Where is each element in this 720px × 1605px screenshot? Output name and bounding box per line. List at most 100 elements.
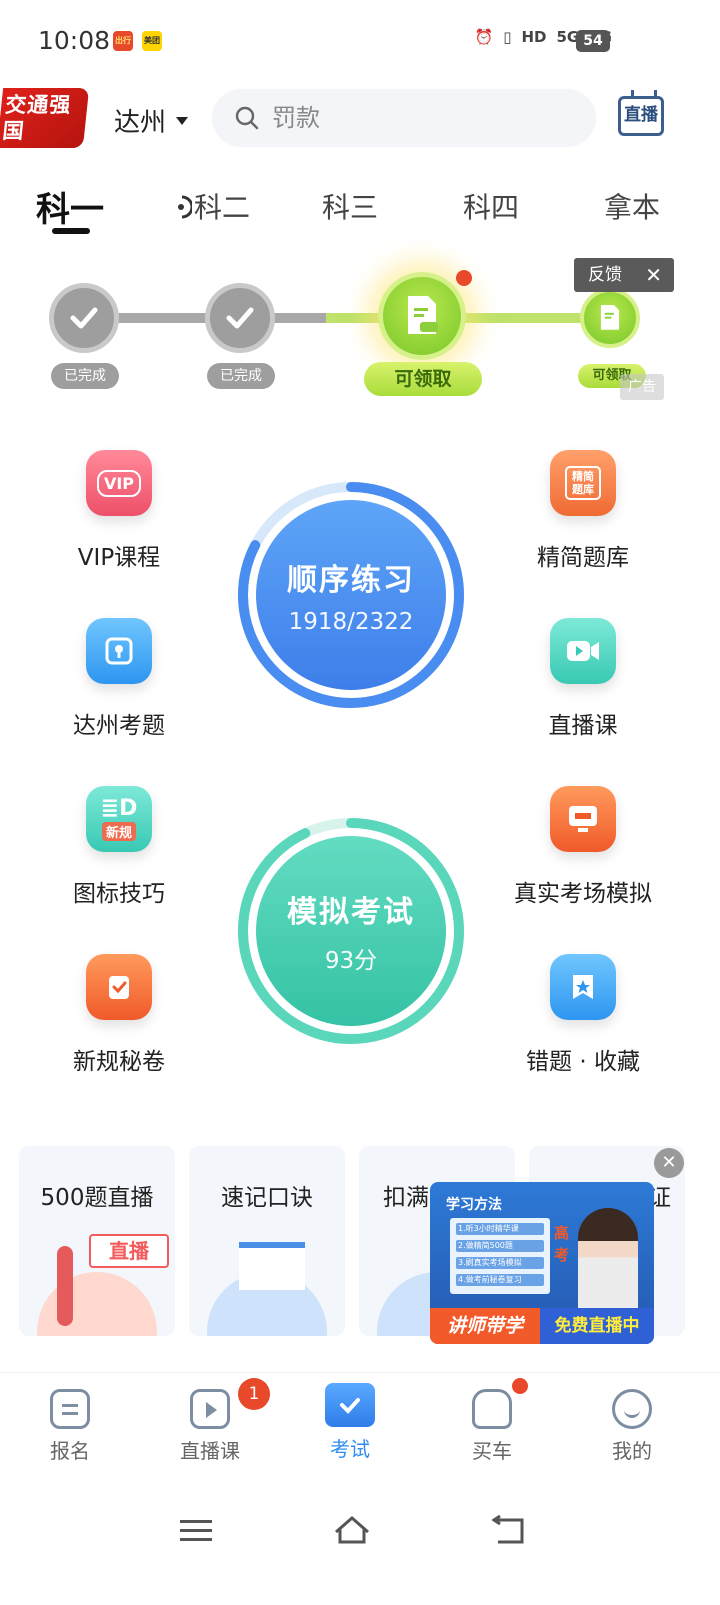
search-bar[interactable] [212, 89, 596, 147]
live-video-popup[interactable]: 学习方法 1.听3小时精华课 2.做精简500题 3.刷真实考场模拟 4.做考前… [430, 1182, 654, 1344]
step-2-done[interactable] [205, 283, 275, 353]
bookmark-star-icon [550, 954, 616, 1020]
step-1-done[interactable] [49, 283, 119, 353]
feedback-button[interactable]: 反馈 ✕ [574, 258, 674, 292]
nav-mine-label: 我的 [612, 1439, 652, 1463]
nav-exam-label: 考试 [330, 1437, 370, 1461]
brand-logo[interactable]: 交通强国 [0, 88, 90, 148]
bottom-nav: 报名 直播课 考试 买车 我的 [0, 1372, 720, 1482]
practice-progress-text: 1918/2322 [288, 609, 414, 635]
video-bottom-bar: 讲师带学 免费直播中 [430, 1308, 654, 1344]
city-label: 达州 [114, 108, 167, 138]
car-icon [472, 1389, 512, 1429]
card-title: 500题直播 [40, 1185, 154, 1211]
tab-underline [52, 228, 90, 234]
video-line-text: 4.做考前秘卷复习 [458, 1275, 522, 1284]
card-500-live[interactable]: 500题直播 直播 [19, 1146, 175, 1336]
live-course-label: 直播课 [548, 713, 618, 739]
dazhou-questions-label: 达州考题 [73, 713, 165, 739]
jingjian-bank[interactable]: 精简题库 精简题库 [483, 450, 683, 572]
steering-icon [178, 195, 192, 219]
tab-ke3[interactable]: 科三 [322, 186, 378, 226]
video-line: 1.听3小时精华课 [456, 1223, 544, 1235]
step-3-reward[interactable] [378, 272, 466, 360]
folder-check-icon [325, 1383, 375, 1427]
real-exam-label: 真实考场模拟 [514, 881, 652, 907]
tab-ke1[interactable]: 科一 [36, 182, 104, 231]
mock-exam-button[interactable]: 模拟考试 93分 [256, 836, 446, 1026]
new-rules-paper[interactable]: 新规秘卷 [19, 954, 219, 1076]
buy-car-dot [512, 1378, 528, 1394]
practice-title: 顺序练习 [287, 563, 415, 598]
tab-ke2[interactable]: 科二 [172, 186, 250, 226]
video-board: 1.听3小时精华课 2.做精简500题 3.刷真实考场模拟 4.做考前秘卷复习 [450, 1218, 550, 1294]
free-live-label: 免费直播中 [540, 1308, 654, 1344]
location-icon [86, 618, 152, 684]
claim-button[interactable]: 可领取 [364, 362, 482, 396]
video-line: 2.做精简500题 [456, 1240, 544, 1252]
header: 交通强国 达州 直播 [0, 84, 720, 154]
video-line-text: 3.刷真实考场模拟 [458, 1258, 522, 1267]
video-camera-icon [550, 618, 616, 684]
document-icon [50, 1389, 90, 1429]
live-tv-button[interactable]: 直播 [618, 96, 664, 136]
nav-mine[interactable]: 我的 [572, 1389, 692, 1464]
vip-course-label: VIP课程 [77, 545, 161, 571]
vip-course[interactable]: VIP VIP课程 [19, 450, 219, 572]
nav-live-label: 直播课 [180, 1439, 240, 1463]
jingjian-label: 精简题库 [537, 545, 629, 571]
illustration-blob [37, 1272, 157, 1336]
dazhou-questions[interactable]: 达州考题 [19, 618, 219, 740]
real-exam-sim[interactable]: 真实考场模拟 [483, 786, 683, 908]
home-icon[interactable] [332, 1512, 372, 1548]
live-badge: 1 [238, 1378, 270, 1410]
new-rules-label: 新规秘卷 [73, 1049, 165, 1075]
wrong-and-favorites[interactable]: 错题 · 收藏 [483, 954, 683, 1076]
app-notification-icon: 出行 [113, 31, 133, 51]
document-car-icon [600, 305, 620, 330]
tv-icon [190, 1389, 230, 1429]
exam-title: 模拟考试 [287, 895, 415, 930]
subject-tabs: 科一 科二 科三 科四 拿本 [0, 180, 720, 240]
video-line-text: 1.听3小时精华课 [458, 1224, 519, 1233]
video-title: 学习方法 [446, 1197, 502, 1213]
video-line: 4.做考前秘卷复习 [456, 1274, 544, 1286]
video-line-text: 2.做精简500题 [458, 1241, 513, 1250]
jingjian-badge-text: 精简题库 [565, 466, 601, 500]
search-input[interactable] [272, 104, 572, 132]
live-course[interactable]: 直播课 [483, 618, 683, 740]
status-time: 10:08 [38, 26, 111, 55]
back-icon[interactable] [490, 1512, 530, 1548]
vip-icon: VIP [86, 450, 152, 516]
checkmark-icon [70, 307, 98, 329]
vibrate-icon: ▯ [503, 28, 512, 46]
chevron-down-icon [176, 116, 189, 125]
nav-signup-label: 报名 [50, 1439, 90, 1463]
video-side-text: 高考 [554, 1224, 570, 1264]
study-progress: 已完成 已完成 可领取 可领取 反馈 ✕ 广告 [0, 258, 720, 408]
close-popup-icon[interactable]: ✕ [654, 1148, 684, 1178]
icon-tips-label: 图标技巧 [73, 881, 165, 907]
nav-buy-car-label: 买车 [472, 1439, 512, 1463]
tab-license[interactable]: 拿本 [604, 186, 660, 226]
nav-signup[interactable]: 报名 [10, 1389, 130, 1464]
feedback-label: 反馈 [588, 265, 622, 285]
new-rules-icon: ≣D 新规 [86, 786, 152, 852]
close-icon[interactable]: ✕ [645, 258, 662, 292]
menu-icon[interactable] [176, 1512, 216, 1548]
tab-ke4[interactable]: 科四 [463, 186, 519, 226]
headlight-icon: ≣D [100, 795, 138, 821]
nav-exam[interactable]: 考试 [290, 1383, 410, 1462]
status-bar: 10:08 出行 美团 ⏰ ▯ HD 5G 4G 54 [0, 0, 720, 80]
checkmark-icon [226, 307, 254, 329]
city-selector[interactable]: 达州 [114, 102, 189, 139]
video-line: 3.刷真实考场模拟 [456, 1257, 544, 1269]
sequential-practice-button[interactable]: 顺序练习 1918/2322 [256, 500, 446, 690]
monitor-icon [550, 786, 616, 852]
card-mnemonic[interactable]: 速记口诀 [189, 1146, 345, 1336]
ad-tag: 广告 [620, 374, 664, 400]
icon-tips[interactable]: ≣D 新规 图标技巧 [19, 786, 219, 908]
step-4-reward[interactable] [580, 288, 640, 348]
nav-buy-car[interactable]: 买车 [432, 1389, 552, 1464]
tab-ke2-label: 科二 [194, 191, 251, 224]
